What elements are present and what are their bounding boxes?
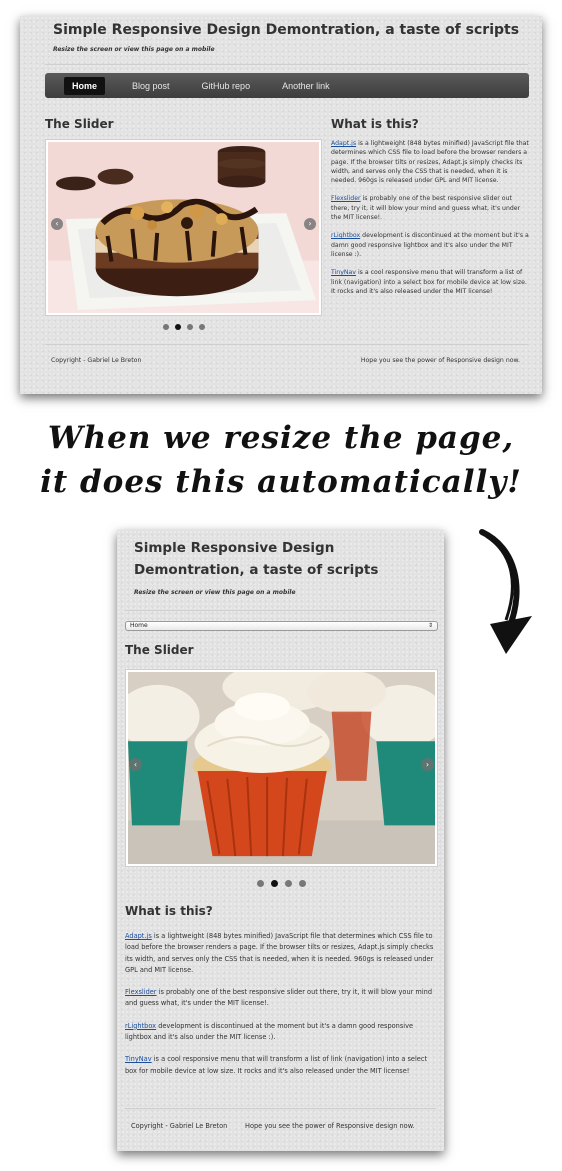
chocolate-dessert-photo — [48, 142, 319, 313]
site-title: Simple Responsive Design Demontration, a… — [134, 540, 379, 578]
slider-next-arrow[interactable]: › — [304, 218, 316, 230]
slider-dot[interactable] — [187, 324, 193, 330]
info-heading: What is this? — [331, 117, 419, 131]
slider-next-arrow[interactable]: › — [421, 758, 434, 771]
info-paragraph: rLightbox development is discontinued at… — [125, 1021, 414, 1042]
footer-tagline: Hope you see the power of Responsive des… — [360, 357, 520, 364]
footer-tagline: Hope you see the power of Responsive des… — [245, 1122, 415, 1130]
nav-item-blog-post[interactable]: Blog post — [132, 81, 170, 91]
mobile-screenshot: Simple Responsive Design Demontration, a… — [117, 530, 444, 1151]
info-paragraph: TinyNav is a cool responsive menu that w… — [331, 269, 527, 295]
site-subtitle: Resize the screen or view this page on a… — [134, 589, 296, 596]
slider-dot[interactable] — [299, 880, 306, 887]
curved-arrow-icon — [479, 529, 532, 654]
tinynav-link[interactable]: TinyNav — [125, 1055, 152, 1063]
slider-dot-active[interactable] — [175, 324, 181, 330]
main-navbar: Home Blog post GitHub repo Another link — [45, 73, 529, 98]
flexslider-link[interactable]: Flexslider — [125, 988, 157, 996]
slider-dot[interactable] — [199, 324, 205, 330]
tinynav-link[interactable]: TinyNav — [331, 269, 356, 276]
slider-dot-active[interactable] — [271, 880, 278, 887]
image-slider[interactable]: ‹ › — [125, 669, 438, 867]
image-slider[interactable]: ‹ › — [45, 139, 322, 316]
slider-dot[interactable] — [285, 880, 292, 887]
info-section: Adapt.js is a lightweight (848 bytes min… — [331, 139, 531, 305]
adaptjs-link[interactable]: Adapt.js — [331, 140, 356, 147]
info-paragraph: TinyNav is a cool responsive menu that w… — [125, 1055, 428, 1075]
slider-pagination — [163, 324, 205, 330]
info-paragraph: Flexslider is probably one of the best r… — [331, 195, 521, 222]
select-caret-icon: ⇕ — [427, 622, 433, 629]
slider-heading: The Slider — [45, 117, 114, 131]
slider-prev-arrow[interactable]: ‹ — [51, 218, 63, 230]
slider-dot[interactable] — [163, 324, 169, 330]
footer-copyright: Copyright - Gabriel Le Breton — [131, 1122, 228, 1130]
rlightbox-link[interactable]: rLightbox — [125, 1022, 156, 1030]
caption-line-1: When we resize the page, — [47, 420, 515, 456]
nav-select-value: Home — [130, 622, 148, 629]
divider — [45, 344, 528, 345]
slider-prev-arrow[interactable]: ‹ — [129, 758, 142, 771]
adaptjs-link[interactable]: Adapt.js — [125, 932, 152, 940]
desktop-screenshot: Simple Responsive Design Demontration, a… — [20, 16, 542, 394]
divider — [45, 64, 528, 65]
nav-item-home[interactable]: Home — [64, 76, 106, 95]
nav-item-github-repo[interactable]: GitHub repo — [202, 81, 251, 91]
slider-dot[interactable] — [257, 880, 264, 887]
info-section: Adapt.js is a lightweight (848 bytes min… — [125, 931, 439, 1088]
divider — [125, 1108, 436, 1109]
slider-heading: The Slider — [125, 643, 194, 657]
info-paragraph: Adapt.js is a lightweight (848 bytes min… — [331, 140, 529, 185]
site-subtitle: Resize the screen or view this page on a… — [53, 46, 215, 53]
nav-item-another-link[interactable]: Another link — [282, 81, 330, 91]
flexslider-link[interactable]: Flexslider — [331, 195, 361, 202]
info-paragraph: rLightbox development is discontinued at… — [331, 232, 529, 258]
site-title: Simple Responsive Design Demontration, a… — [53, 22, 520, 38]
info-heading: What is this? — [125, 904, 213, 918]
rlightbox-link[interactable]: rLightbox — [331, 232, 360, 239]
cupcakes-photo — [128, 672, 435, 864]
info-paragraph: Adapt.js is a lightweight (848 bytes min… — [125, 932, 434, 974]
footer-copyright: Copyright - Gabriel Le Breton — [51, 357, 142, 364]
info-paragraph: Flexslider is probably one of the best r… — [125, 988, 433, 1008]
slider-pagination — [257, 880, 306, 887]
caption-line-2: it does this automatically! — [40, 464, 522, 500]
divider — [125, 610, 436, 611]
nav-select-dropdown[interactable]: Home ⇕ — [125, 621, 438, 631]
